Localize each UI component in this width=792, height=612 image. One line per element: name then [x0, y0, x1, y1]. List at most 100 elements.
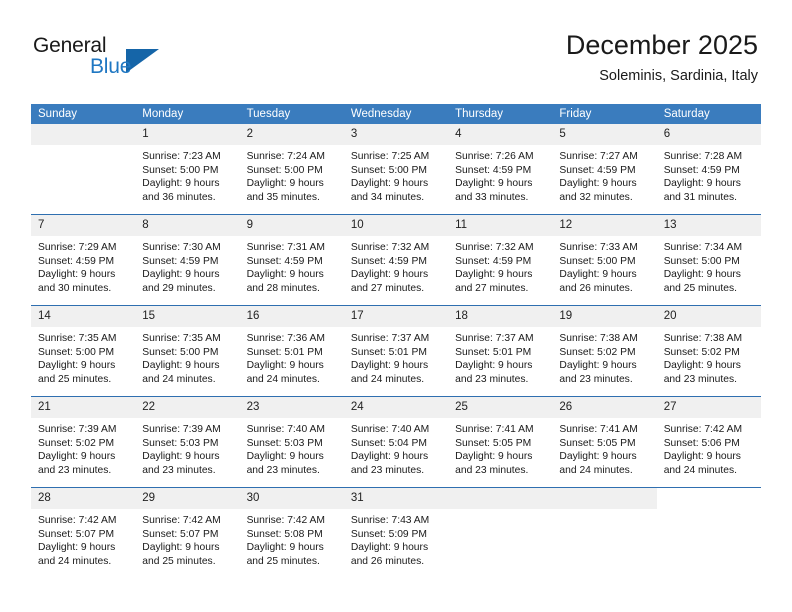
daylight-line1-text: Daylight: 9 hours [350, 269, 429, 281]
calendar-day-cell[interactable]: 25 Sunrise: 7:41 AM Sunset: 5:05 PM Dayligh… [448, 396, 553, 488]
sunrise-text: Sunrise: 7:38 AM [663, 333, 743, 344]
calendar-day-cell[interactable]: 22 Sunrise: 7:39 AM Sunset: 5:03 PM Dayligh… [135, 396, 240, 488]
daylight-line2-text: and 33 minutes. [455, 191, 529, 203]
daylight-line2-text: and 23 minutes. [559, 373, 633, 385]
daylight-line2-text: and 30 minutes. [38, 282, 112, 294]
daylight-line1-text: Daylight: 9 hours [246, 542, 324, 554]
day-details: Sunrise: 7:38 AM Sunset: 5:02 PM Daylight:… [552, 327, 656, 386]
sunset-text: Sunset: 4:59 PM [142, 255, 219, 267]
calendar-day-cell[interactable]: 21 Sunrise: 7:39 AM Sunset: 5:02 PM Dayligh… [31, 396, 136, 488]
day-number: 28 [31, 488, 136, 509]
daylight-line2-text: and 29 minutes. [142, 282, 216, 294]
calendar-day-cell[interactable]: 26 Sunrise: 7:41 AM Sunset: 5:05 PM Dayligh… [552, 396, 657, 488]
daylight-line2-text: and 24 minutes. [350, 373, 425, 385]
calendar-day-cell[interactable]: 12 Sunrise: 7:33 AM Sunset: 5:00 PM Dayligh… [552, 214, 657, 306]
calendar-day-cell[interactable]: 2 Sunrise: 7:24 AM Sunset: 5:00 PM Daylight… [239, 124, 344, 215]
calendar-day-cell[interactable]: 24 Sunrise: 7:40 AM Sunset: 5:04 PM Dayligh… [343, 396, 449, 488]
sunrise-text: Sunrise: 7:27 AM [559, 151, 638, 162]
sunrise-text: Sunrise: 7:37 AM [455, 333, 534, 344]
daylight-line1-text: Daylight: 9 hours [38, 542, 116, 554]
calendar-week-row: 28 Sunrise: 7:42 AM Sunset: 5:07 PM Dayligh… [31, 487, 761, 578]
daylight-line1-text: Daylight: 9 hours [350, 360, 429, 372]
daylight-line2-text: and 36 minutes. [142, 191, 216, 203]
daylight-line1-text: Daylight: 9 hours [246, 269, 324, 281]
day-details: Sunrise: 7:25 AM Sunset: 5:00 PM Daylight:… [344, 145, 448, 204]
sunset-text: Sunset: 5:00 PM [350, 164, 427, 176]
day-number: 10 [343, 215, 449, 236]
calendar-day-cell[interactable]: 30 Sunrise: 7:42 AM Sunset: 5:08 PM Dayligh… [239, 487, 344, 578]
calendar-day-cell[interactable]: 10 Sunrise: 7:32 AM Sunset: 4:59 PM Dayligh… [343, 214, 449, 306]
sunset-text: Sunset: 5:08 PM [246, 528, 323, 540]
sunrise-text: Sunrise: 7:37 AM [350, 333, 430, 344]
sunset-text: Sunset: 5:00 PM [246, 164, 323, 176]
title-block: December 2025 Soleminis, Sardinia, Italy [566, 28, 758, 87]
calendar-day-cell[interactable]: 8 Sunrise: 7:30 AM Sunset: 4:59 PM Daylight… [135, 214, 240, 306]
daylight-line1-text: Daylight: 9 hours [246, 451, 324, 463]
calendar-day-cell[interactable]: 14 Sunrise: 7:35 AM Sunset: 5:00 PM Dayligh… [31, 305, 136, 397]
calendar-day-cell[interactable]: 7 Sunrise: 7:29 AM Sunset: 4:59 PM Daylight… [31, 214, 136, 306]
sunrise-text: Sunrise: 7:39 AM [142, 424, 221, 435]
day-details: Sunrise: 7:37 AM Sunset: 5:01 PM Daylight:… [344, 327, 448, 386]
daylight-line2-text: and 23 minutes. [663, 373, 737, 385]
calendar-day-cell[interactable]: 23 Sunrise: 7:40 AM Sunset: 5:03 PM Dayligh… [239, 396, 344, 488]
calendar-week-row: 7 Sunrise: 7:29 AM Sunset: 4:59 PM Daylight… [31, 214, 761, 306]
calendar-day-cell[interactable]: 1 Sunrise: 7:23 AM Sunset: 5:00 PM Daylight… [135, 124, 240, 215]
day-number: 11 [448, 215, 553, 236]
sunset-text: Sunset: 4:59 PM [559, 164, 636, 176]
calendar-day-cell[interactable]: 11 Sunrise: 7:32 AM Sunset: 4:59 PM Dayligh… [448, 214, 553, 306]
daylight-line1-text: Daylight: 9 hours [246, 360, 324, 372]
sunset-text: Sunset: 5:03 PM [142, 437, 219, 449]
sunrise-text: Sunrise: 7:32 AM [455, 242, 534, 253]
day-details: Sunrise: 7:41 AM Sunset: 5:05 PM Daylight:… [552, 418, 656, 477]
day-number: 19 [552, 306, 657, 327]
day-number: 29 [135, 488, 240, 509]
weekday-header-wednesday: Wednesday [343, 104, 449, 124]
daylight-line2-text: and 31 minutes. [663, 191, 737, 203]
sunset-text: Sunset: 5:01 PM [350, 346, 427, 358]
general-blue-logo[interactable]: General Blue [33, 34, 213, 84]
calendar-day-cell[interactable]: 6 Sunrise: 7:28 AM Sunset: 4:59 PM Daylight… [656, 124, 761, 215]
sunset-text: Sunset: 5:07 PM [38, 528, 115, 540]
calendar-day-cell[interactable]: 20 Sunrise: 7:38 AM Sunset: 5:02 PM Dayligh… [656, 305, 761, 397]
day-number: 9 [239, 215, 344, 236]
sunrise-text: Sunrise: 7:36 AM [246, 333, 325, 344]
page-subtitle: Soleminis, Sardinia, Italy [599, 68, 758, 84]
calendar-day-cell[interactable]: 9 Sunrise: 7:31 AM Sunset: 4:59 PM Daylight… [239, 214, 344, 306]
daylight-line1-text: Daylight: 9 hours [142, 360, 220, 372]
calendar-day-cell[interactable]: 17 Sunrise: 7:37 AM Sunset: 5:01 PM Dayligh… [343, 305, 449, 397]
daylight-line2-text: and 23 minutes. [142, 464, 216, 476]
calendar-day-cell[interactable]: 3 Sunrise: 7:25 AM Sunset: 5:00 PM Daylight… [343, 124, 449, 215]
weekday-header-tuesday: Tuesday [239, 104, 344, 124]
calendar-header-row: Sunday Monday Tuesday Wednesday Thursday Frid… [31, 104, 761, 124]
calendar-day-cell[interactable]: 16 Sunrise: 7:36 AM Sunset: 5:01 PM Dayligh… [239, 305, 344, 397]
calendar-day-cell[interactable]: 18 Sunrise: 7:37 AM Sunset: 5:01 PM Dayligh… [448, 305, 553, 397]
logo-text-blue: Blue [90, 55, 132, 78]
calendar-day-cell[interactable]: 15 Sunrise: 7:35 AM Sunset: 5:00 PM Dayligh… [135, 305, 240, 397]
calendar-day-cell[interactable]: 13 Sunrise: 7:34 AM Sunset: 5:00 PM Dayligh… [656, 214, 761, 306]
calendar-day-cell[interactable]: 28 Sunrise: 7:42 AM Sunset: 5:07 PM Dayligh… [31, 487, 136, 578]
sunset-text: Sunset: 5:01 PM [455, 346, 532, 358]
day-number: 18 [448, 306, 553, 327]
daylight-line1-text: Daylight: 9 hours [142, 269, 220, 281]
calendar-day-cell[interactable]: 27 Sunrise: 7:42 AM Sunset: 5:06 PM Dayligh… [656, 396, 761, 488]
sunset-text: Sunset: 5:00 PM [142, 164, 219, 176]
day-number: 12 [552, 215, 657, 236]
day-number: 3 [343, 124, 449, 145]
day-details: Sunrise: 7:40 AM Sunset: 5:04 PM Daylight:… [344, 418, 448, 477]
day-number: 16 [239, 306, 344, 327]
sunset-text: Sunset: 4:59 PM [38, 255, 115, 267]
calendar-day-cell[interactable]: 31 Sunrise: 7:43 AM Sunset: 5:09 PM Dayligh… [343, 487, 449, 578]
calendar-day-cell[interactable]: 29 Sunrise: 7:42 AM Sunset: 5:07 PM Dayligh… [135, 487, 240, 578]
daylight-line2-text: and 24 minutes. [663, 464, 737, 476]
calendar-day-cell[interactable]: 19 Sunrise: 7:38 AM Sunset: 5:02 PM Dayligh… [552, 305, 657, 397]
day-details: Sunrise: 7:39 AM Sunset: 5:02 PM Daylight:… [31, 418, 135, 477]
calendar-day-cell[interactable]: 4 Sunrise: 7:26 AM Sunset: 4:59 PM Daylight… [448, 124, 553, 215]
day-details: Sunrise: 7:40 AM Sunset: 5:03 PM Daylight:… [240, 418, 344, 477]
daylight-line1-text: Daylight: 9 hours [38, 451, 116, 463]
day-details: Sunrise: 7:35 AM Sunset: 5:00 PM Daylight:… [135, 327, 239, 386]
day-number: 7 [31, 215, 136, 236]
day-details: Sunrise: 7:24 AM Sunset: 5:00 PM Daylight:… [240, 145, 344, 204]
day-number: 6 [656, 124, 761, 145]
day-number [448, 488, 553, 509]
calendar-day-cell[interactable]: 5 Sunrise: 7:27 AM Sunset: 4:59 PM Daylight… [552, 124, 657, 215]
